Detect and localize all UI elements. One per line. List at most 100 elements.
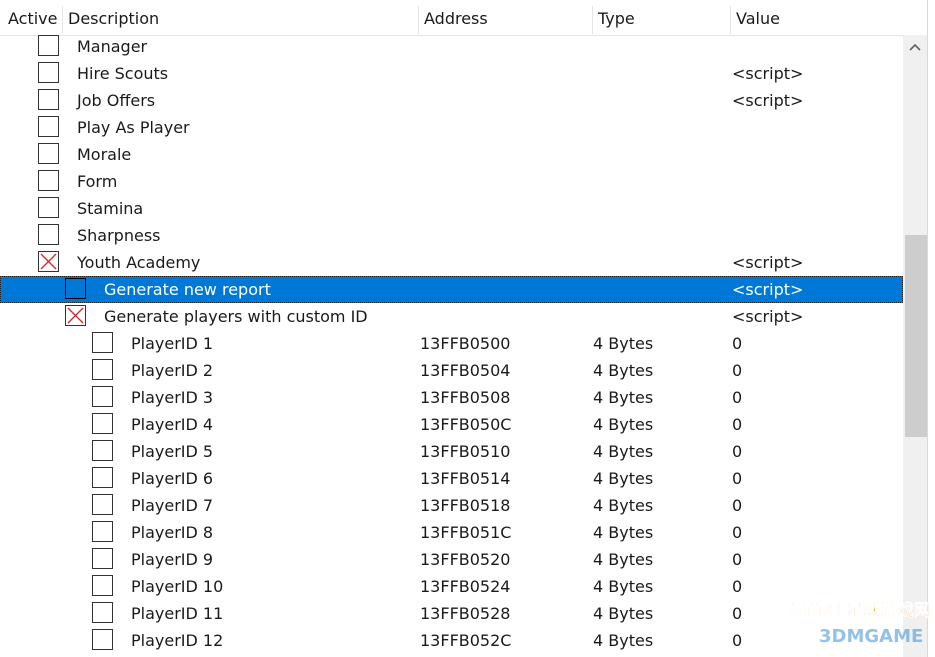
active-checkbox[interactable] bbox=[92, 629, 113, 650]
row-description: PlayerID 9 bbox=[131, 550, 214, 569]
row-description: PlayerID 4 bbox=[131, 415, 214, 434]
table-row[interactable]: Manager bbox=[0, 35, 903, 60]
active-checkbox[interactable] bbox=[92, 386, 113, 407]
active-checkbox[interactable] bbox=[92, 440, 113, 461]
row-address: 13FFB052C bbox=[420, 631, 512, 650]
active-checkbox[interactable] bbox=[38, 170, 59, 191]
row-value: <script> bbox=[732, 253, 804, 272]
active-checkbox[interactable] bbox=[65, 278, 86, 299]
table-row[interactable]: PlayerID 9 13FFB0520 4 Bytes 0 bbox=[0, 546, 903, 573]
active-checkbox[interactable] bbox=[38, 116, 59, 137]
active-checkbox-checked[interactable] bbox=[38, 251, 59, 272]
column-divider[interactable] bbox=[592, 6, 593, 34]
column-header-active[interactable]: Active bbox=[4, 0, 62, 35]
row-value: <script> bbox=[732, 64, 804, 83]
table-row[interactable]: PlayerID 4 13FFB050C 4 Bytes 0 bbox=[0, 411, 903, 438]
row-description: Job Offers bbox=[77, 91, 156, 110]
row-type: 4 Bytes bbox=[593, 361, 654, 380]
table-row[interactable]: Youth Academy <script> bbox=[0, 249, 903, 276]
row-description: PlayerID 6 bbox=[131, 469, 214, 488]
row-description: Manager bbox=[77, 37, 148, 56]
active-checkbox[interactable] bbox=[92, 575, 113, 596]
active-checkbox[interactable] bbox=[92, 521, 113, 542]
active-checkbox[interactable] bbox=[38, 62, 59, 83]
active-checkbox-checked[interactable] bbox=[65, 305, 86, 326]
table-row[interactable]: Stamina bbox=[0, 195, 903, 222]
row-description: Morale bbox=[77, 145, 132, 164]
active-checkbox[interactable] bbox=[92, 467, 113, 488]
table-row[interactable]: PlayerID 5 13FFB0510 4 Bytes 0 bbox=[0, 438, 903, 465]
row-value: 0 bbox=[732, 604, 743, 623]
row-description: PlayerID 8 bbox=[131, 523, 214, 542]
active-checkbox[interactable] bbox=[92, 602, 113, 623]
row-address: 13FFB0510 bbox=[420, 442, 511, 461]
active-checkbox[interactable] bbox=[92, 359, 113, 380]
active-checkbox[interactable] bbox=[92, 413, 113, 434]
table-row[interactable]: Generate new report <script> bbox=[0, 276, 903, 303]
active-checkbox[interactable] bbox=[38, 89, 59, 110]
row-value: 0 bbox=[732, 577, 743, 596]
row-description: PlayerID 7 bbox=[131, 496, 214, 515]
table-row[interactable]: PlayerID 10 13FFB0524 4 Bytes 0 bbox=[0, 573, 903, 600]
column-divider[interactable] bbox=[418, 6, 419, 34]
row-address: 13FFB0520 bbox=[420, 550, 511, 569]
vertical-scrollbar[interactable] bbox=[903, 35, 927, 657]
scroll-up-button[interactable] bbox=[903, 35, 927, 59]
row-value: <script> bbox=[732, 307, 804, 326]
row-value: 0 bbox=[732, 631, 743, 650]
row-value: 0 bbox=[732, 469, 743, 488]
column-header-value[interactable]: Value bbox=[732, 0, 902, 35]
table-row[interactable]: PlayerID 3 13FFB0508 4 Bytes 0 bbox=[0, 384, 903, 411]
row-address: 13FFB050C bbox=[420, 415, 512, 434]
active-checkbox[interactable] bbox=[38, 197, 59, 218]
active-checkbox[interactable] bbox=[38, 224, 59, 245]
red-x-icon bbox=[40, 253, 57, 270]
column-header-description[interactable]: Description bbox=[64, 0, 418, 35]
active-checkbox[interactable] bbox=[92, 494, 113, 515]
row-description: PlayerID 12 bbox=[131, 631, 224, 650]
row-type: 4 Bytes bbox=[593, 604, 654, 623]
table-row[interactable]: Form bbox=[0, 168, 903, 195]
row-value: <script> bbox=[732, 91, 804, 110]
table-row[interactable]: Morale bbox=[0, 141, 903, 168]
table-row[interactable]: PlayerID 7 13FFB0518 4 Bytes 0 bbox=[0, 492, 903, 519]
cheat-table-window: Active Description Address Type Value Ma… bbox=[0, 0, 935, 657]
scroll-thumb[interactable] bbox=[905, 235, 927, 437]
active-checkbox[interactable] bbox=[92, 548, 113, 569]
table-row[interactable]: PlayerID 12 13FFB052C 4 Bytes 0 bbox=[0, 627, 903, 654]
row-value: 0 bbox=[732, 334, 743, 353]
row-type: 4 Bytes bbox=[593, 415, 654, 434]
column-header-address[interactable]: Address bbox=[420, 0, 592, 35]
row-value: 0 bbox=[732, 388, 743, 407]
table-row[interactable]: PlayerID 1 13FFB0500 4 Bytes 0 bbox=[0, 330, 903, 357]
active-checkbox[interactable] bbox=[38, 143, 59, 164]
column-divider[interactable] bbox=[730, 6, 731, 34]
row-description: Play As Player bbox=[77, 118, 190, 137]
watermark-logo-icon: 绿茵吧 足球游戏网 3DMGAME bbox=[789, 600, 931, 647]
row-type: 4 Bytes bbox=[593, 469, 654, 488]
table-row[interactable]: PlayerID 11 13FFB0528 4 Bytes 0 bbox=[0, 600, 903, 627]
table-row[interactable]: Job Offers <script> bbox=[0, 87, 903, 114]
table-row[interactable]: Hire Scouts <script> bbox=[0, 60, 903, 87]
column-divider[interactable] bbox=[62, 6, 63, 34]
row-description: Hire Scouts bbox=[77, 64, 169, 83]
cheat-entry-list: Manager Hire Scouts <script> Job Offers <scr… bbox=[0, 35, 903, 657]
row-type: 4 Bytes bbox=[593, 496, 654, 515]
table-row[interactable]: Sharpness bbox=[0, 222, 903, 249]
column-header: Active Description Address Type Value bbox=[0, 0, 935, 36]
column-header-type[interactable]: Type bbox=[594, 0, 730, 35]
row-description: PlayerID 2 bbox=[131, 361, 214, 380]
table-row[interactable]: PlayerID 8 13FFB051C 4 Bytes 0 bbox=[0, 519, 903, 546]
row-description: Youth Academy bbox=[77, 253, 201, 272]
table-row[interactable]: PlayerID 6 13FFB0514 4 Bytes 0 bbox=[0, 465, 903, 492]
row-address: 13FFB0504 bbox=[420, 361, 511, 380]
window-border bbox=[927, 0, 935, 657]
table-row[interactable]: PlayerID 2 13FFB0504 4 Bytes 0 bbox=[0, 357, 903, 384]
table-row[interactable]: Generate players with custom ID <script> bbox=[0, 303, 903, 330]
row-description: PlayerID 1 bbox=[131, 334, 214, 353]
watermark-bottom-text: 3DMGAME bbox=[819, 626, 923, 647]
red-x-icon bbox=[67, 307, 84, 324]
active-checkbox[interactable] bbox=[38, 35, 59, 56]
table-row[interactable]: Play As Player bbox=[0, 114, 903, 141]
active-checkbox[interactable] bbox=[92, 332, 113, 353]
